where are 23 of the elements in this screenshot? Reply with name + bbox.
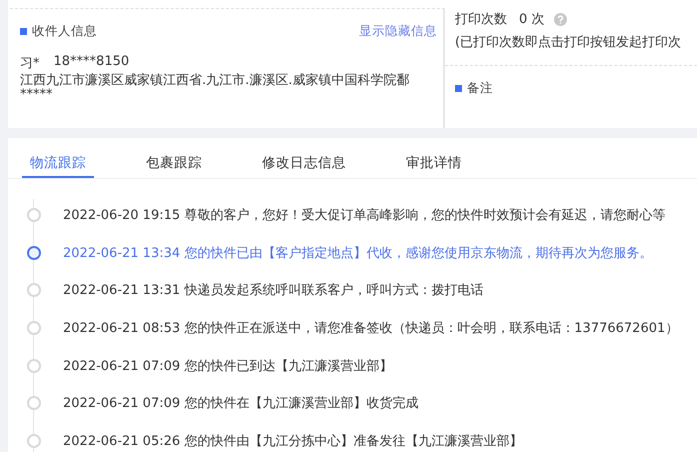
event-text: 2022-06-21 13:31 快递员发起系统呼叫联系客户，呼叫方式：拨打电话 xyxy=(63,282,484,300)
event-text: 2022-06-21 05:26 您的快件由【九江分拣中心】准备发往【九江濂溪营业部】 xyxy=(63,432,522,450)
receiver-address: 江西九江市濂溪区威家镇江西省.九江市.濂溪区.威家镇中国科学院鄱***** xyxy=(20,74,410,102)
event-text: 2022-06-21 07:09 您的快件在【九江濂溪营业部】收货完成 xyxy=(63,395,418,412)
section-marker-icon xyxy=(455,85,462,92)
event-text: 2022-06-21 07:09 您的快件已到达【九江濂溪营业部】 xyxy=(63,358,392,375)
tab[interactable]: 审批详情 xyxy=(398,138,470,178)
tab[interactable]: 包裹跟踪 xyxy=(138,138,210,178)
tab[interactable]: 修改日志信息 xyxy=(254,138,354,178)
show-hidden-info-link[interactable]: 显示隐藏信息 xyxy=(359,23,437,40)
section-marker-icon xyxy=(20,28,27,35)
tab[interactable]: 物流跟踪 xyxy=(22,138,94,178)
help-icon[interactable] xyxy=(554,12,568,26)
event-text: 2022-06-21 13:34 您的快件已由【客户指定地点】代收，感谢您使用京东物流，期待再次为您服务。 xyxy=(63,244,652,262)
print-count-label: 打印次数 xyxy=(455,11,507,28)
section-title: 备注 xyxy=(467,80,493,97)
event-text: 2022-06-20 19:15 尊敬的客户，您好！受大促订单高峰影响，您的快件时效预计会有延迟，请您耐心等 xyxy=(63,206,666,224)
print-count-value: 0 次 xyxy=(519,11,544,28)
event-text: 2022-06-21 08:53 您的快件正在派送中，请您准备签收（快递员：叶会明，联系电话：13776672601） xyxy=(63,320,678,337)
receiver-phone: 18****8150 xyxy=(54,54,130,71)
receiver-name: 习* xyxy=(20,55,40,72)
section-title: 收件人信息 xyxy=(32,23,97,40)
print-count-note: (已打印次数即点击打印按钮发起打印次 xyxy=(455,34,682,51)
